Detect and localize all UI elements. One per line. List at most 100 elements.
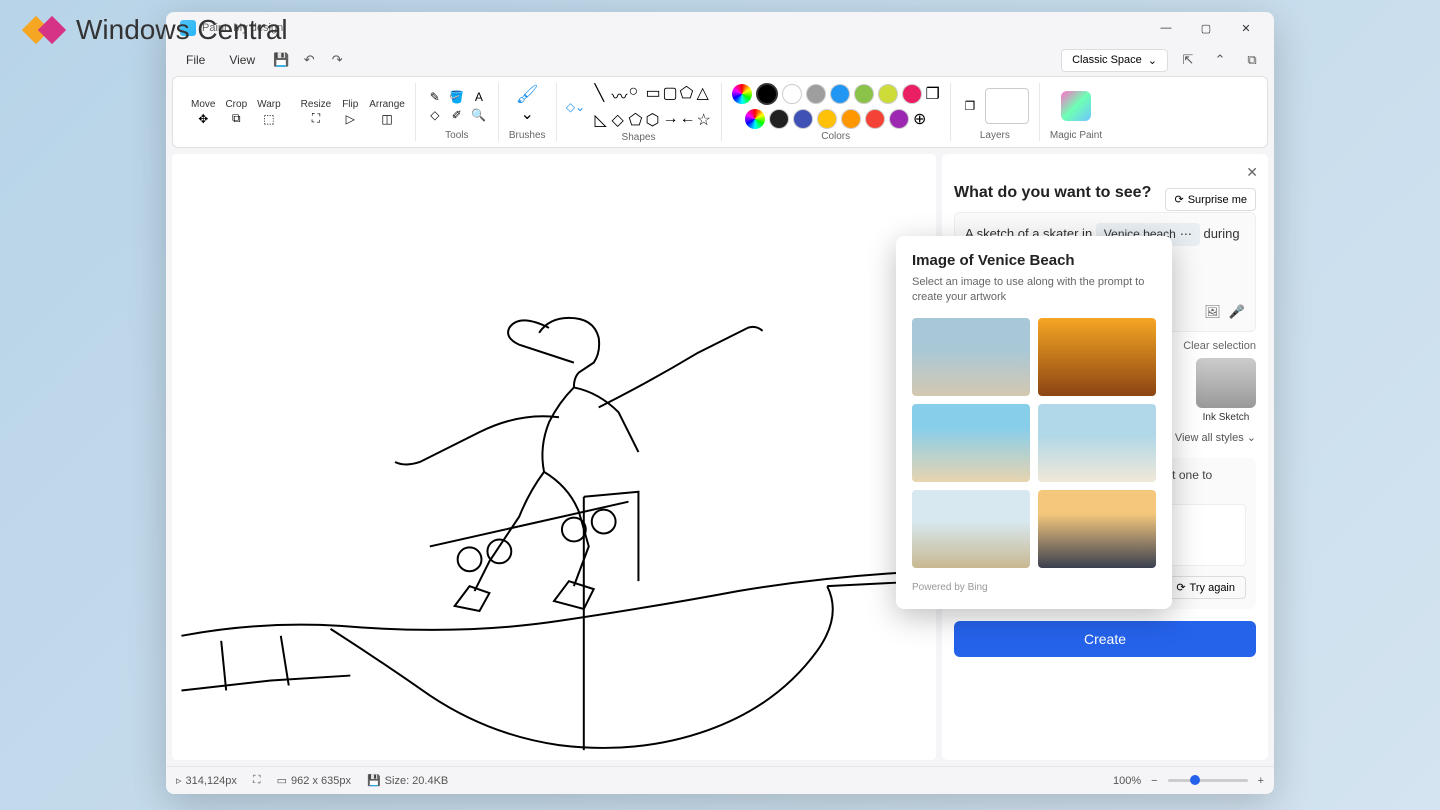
color-swatch[interactable] — [878, 84, 898, 104]
shape-line[interactable]: ╲ — [595, 83, 609, 107]
popup-image-3[interactable] — [912, 404, 1030, 482]
menu-view[interactable]: View — [219, 49, 265, 71]
share-icon[interactable]: ⇱ — [1176, 48, 1200, 72]
zoom-in-icon[interactable]: + — [1258, 775, 1264, 787]
color-swatch[interactable] — [782, 84, 802, 104]
shape-tri[interactable]: △ — [697, 83, 711, 107]
flip-tool[interactable]: Flip▷ — [341, 99, 359, 126]
warp-tool[interactable]: Warp⬚ — [257, 99, 281, 126]
menu-file[interactable]: File — [176, 49, 215, 71]
brushes-label: Brushes — [509, 130, 546, 141]
shape-star[interactable]: ☆ — [697, 110, 711, 130]
ribbon-group-magic: Magic Paint — [1040, 83, 1112, 141]
color-swatch[interactable] — [865, 109, 885, 129]
eraser-icon[interactable]: ◇ — [426, 108, 444, 122]
bucket-icon[interactable]: 🪣 — [448, 90, 466, 104]
crop-tool[interactable]: Crop⧉ — [225, 99, 247, 126]
style-ink-sketch[interactable]: Ink Sketch — [1196, 358, 1256, 423]
shape-rtri[interactable]: ◺ — [595, 110, 609, 130]
popup-image-5[interactable] — [912, 490, 1030, 568]
try-again-button[interactable]: ⟳Try again — [1165, 576, 1246, 599]
magic-paint-button[interactable] — [1061, 91, 1091, 121]
popup-image-2[interactable] — [1038, 318, 1156, 396]
resize-tool[interactable]: Resize⛶ — [301, 99, 332, 126]
color-swatch[interactable] — [793, 109, 813, 129]
color-swatch[interactable] — [756, 83, 778, 105]
space-label: Classic Space — [1072, 54, 1142, 66]
layers-label: Layers — [980, 130, 1010, 141]
zoom-icon[interactable]: 🔍 — [470, 108, 488, 122]
shape-poly[interactable]: ⬠ — [680, 83, 694, 107]
shape-arrow-r[interactable]: → — [663, 110, 677, 130]
maximize-button[interactable]: ▢ — [1186, 14, 1226, 42]
canvas-dims: ▭962 x 635px — [277, 774, 351, 787]
watermark: Windows Central — [18, 14, 288, 46]
popup-desc: Select an image to use along with the pr… — [912, 275, 1156, 306]
image-picker-popup: Image of Venice Beach Select an image to… — [896, 236, 1172, 609]
undo-icon[interactable]: ↶ — [297, 48, 321, 72]
collapse-icon[interactable]: ⌃ — [1208, 48, 1232, 72]
brush-tool[interactable]: 🖌⌄ — [518, 88, 536, 124]
shape-arrow-l[interactable]: ← — [680, 110, 694, 130]
zoom-slider[interactable] — [1168, 779, 1248, 782]
shape-hex[interactable]: ⬡ — [646, 110, 660, 130]
shape-rect[interactable]: ▭ — [646, 83, 660, 107]
color-swatch[interactable] — [841, 109, 861, 129]
close-button[interactable]: ✕ — [1226, 14, 1266, 42]
watermark-text: Windows Central — [76, 14, 288, 46]
layers-icon[interactable]: ❐ — [961, 99, 979, 113]
popup-image-6[interactable] — [1038, 490, 1156, 568]
color-wheel-icon[interactable] — [745, 109, 765, 129]
zoom-out-icon[interactable]: − — [1151, 775, 1157, 787]
colors-label: Colors — [821, 131, 850, 142]
refresh-icon: ⟳ — [1174, 193, 1183, 206]
popup-image-4[interactable] — [1038, 404, 1156, 482]
minimize-button[interactable]: — — [1146, 14, 1186, 42]
color-swatch[interactable] — [769, 109, 789, 129]
popup-footer: Powered by Bing — [912, 582, 1156, 593]
zoom-value: 100% — [1113, 775, 1141, 787]
create-button[interactable]: Create — [954, 621, 1256, 657]
shape-oval[interactable]: ○ — [629, 83, 643, 107]
disk-icon: 💾 — [367, 774, 381, 787]
panel-close-icon[interactable]: ✕ — [1246, 164, 1258, 181]
layer-preview[interactable] — [985, 88, 1029, 124]
color-swatch[interactable] — [902, 84, 922, 104]
color-swatch[interactable] — [830, 84, 850, 104]
file-size: 💾Size: 20.4KB — [367, 774, 448, 787]
picker-icon[interactable]: ✐ — [448, 108, 466, 122]
color-swatch[interactable] — [806, 84, 826, 104]
ribbon-group-brushes: 🖌⌄ Brushes — [499, 83, 557, 141]
shape-outline-icon[interactable]: ◇⌄ — [567, 100, 585, 114]
tools-label: Tools — [445, 130, 468, 141]
color-swatch[interactable] — [889, 109, 909, 129]
color-wheel-icon[interactable] — [732, 84, 752, 104]
surprise-me-button[interactable]: ⟳ Surprise me — [1165, 188, 1256, 211]
shape-roundrect[interactable]: ▢ — [663, 83, 677, 107]
color-swatch[interactable] — [854, 84, 874, 104]
fit-icon[interactable]: ⛶ — [253, 774, 261, 787]
move-tool[interactable]: Move✥ — [191, 99, 215, 126]
canvas[interactable] — [172, 154, 936, 760]
image-icon[interactable]: 🖼 — [1204, 302, 1221, 323]
ribbon: Move✥ Crop⧉ Warp⬚ Resize⛶ Flip▷ Arrange◫… — [172, 76, 1268, 148]
titlebar: Paint My design — ▢ ✕ — [166, 12, 1274, 44]
save-icon[interactable]: 💾 — [269, 48, 293, 72]
space-selector[interactable]: Classic Space ⌄ — [1061, 49, 1168, 72]
color-swatch[interactable] — [817, 109, 837, 129]
pencil-icon[interactable]: ✎ — [426, 90, 444, 104]
popup-image-1[interactable] — [912, 318, 1030, 396]
mic-icon[interactable]: 🎤 — [1229, 302, 1245, 323]
cursor-icon: ▹ — [176, 774, 182, 787]
text-icon[interactable]: A — [470, 90, 488, 104]
panel-title: What do you want to see? — [954, 184, 1151, 202]
add-color-icon[interactable]: ⊕ — [913, 109, 926, 129]
settings-icon[interactable]: ⧉ — [1240, 48, 1264, 72]
redo-icon[interactable]: ↷ — [325, 48, 349, 72]
shape-curve[interactable]: 〰 — [612, 83, 626, 107]
arrange-tool[interactable]: Arrange◫ — [369, 99, 405, 126]
shape-pent[interactable]: ⬠ — [629, 110, 643, 130]
layers-stack-icon[interactable]: ❐ — [926, 84, 940, 104]
dims-icon: ▭ — [277, 774, 287, 787]
shape-diamond[interactable]: ◇ — [612, 110, 626, 130]
